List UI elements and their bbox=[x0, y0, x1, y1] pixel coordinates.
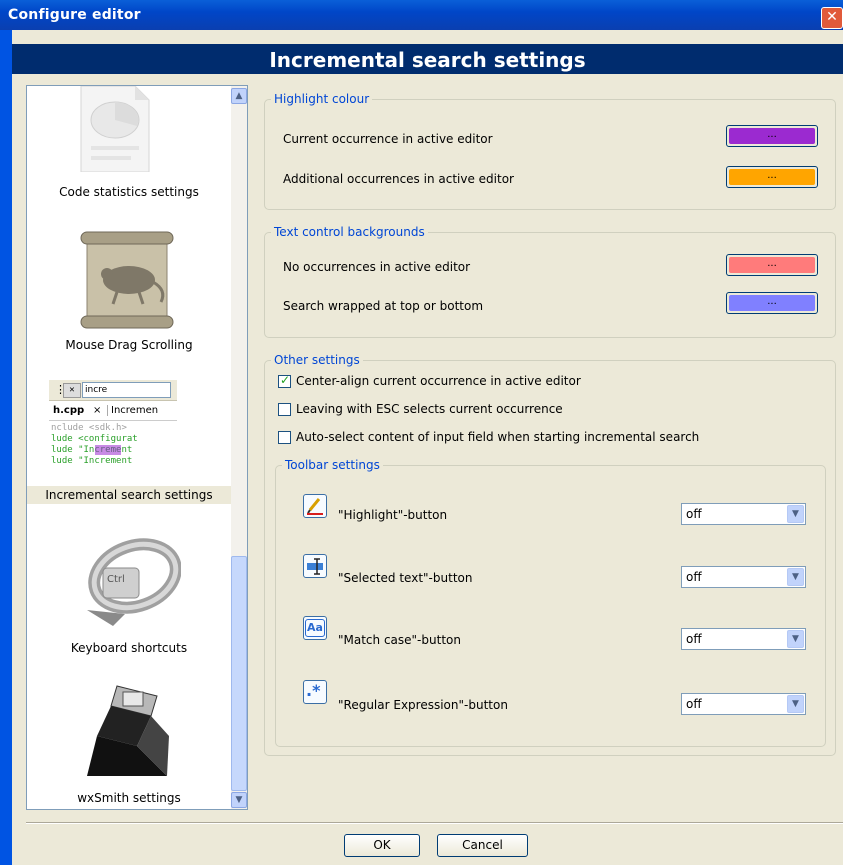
additional-occurrences-color-button[interactable]: ... bbox=[726, 166, 818, 188]
preview-search-field: incre bbox=[82, 382, 171, 398]
regex-button-select[interactable]: off ▼ bbox=[681, 693, 806, 715]
center-align-label[interactable]: Center-align current occurrence in activ… bbox=[296, 374, 581, 388]
clear-search-icon: ✕ bbox=[63, 383, 81, 398]
list-item-code-statistics[interactable]: Code statistics settings bbox=[27, 86, 231, 206]
no-occurrences-color-button[interactable]: ... bbox=[726, 254, 818, 276]
sidebar-scrollbar[interactable]: ▲ ▼ bbox=[231, 86, 247, 809]
chevron-down-icon: ▼ bbox=[787, 568, 804, 586]
highlight-colour-group: Highlight colour Current occurrence in a… bbox=[264, 92, 836, 210]
highlight-button-select[interactable]: off ▼ bbox=[681, 503, 806, 525]
keyboard-shortcuts-icon: Ctrl bbox=[87, 538, 181, 626]
mouse-scroll-icon bbox=[80, 231, 174, 329]
group-title: Toolbar settings bbox=[282, 458, 383, 472]
match-case-icon: Aa bbox=[303, 616, 327, 640]
regex-icon: .* bbox=[303, 680, 327, 704]
additional-occurrences-label: Additional occurrences in active editor bbox=[283, 172, 514, 186]
cancel-button[interactable]: Cancel bbox=[437, 834, 528, 857]
list-item-label: Incremental search settings bbox=[27, 486, 231, 504]
preview-tab: Incremen bbox=[107, 405, 158, 416]
group-title: Text control backgrounds bbox=[271, 225, 428, 239]
scroll-down-icon[interactable]: ▼ bbox=[231, 792, 247, 808]
match-case-button-select[interactable]: off ▼ bbox=[681, 628, 806, 650]
incremental-search-icon: ⋮ ✕ incre h.cpp × Incremen nclude <sdk.h… bbox=[49, 380, 177, 480]
other-settings-group: Other settings ✓ Center-align current oc… bbox=[264, 353, 836, 756]
auto-select-label[interactable]: Auto-select content of input field when … bbox=[296, 430, 699, 444]
list-item-label: Keyboard shortcuts bbox=[70, 641, 188, 655]
checkmark-icon: ✓ bbox=[280, 373, 291, 387]
scroll-thumb[interactable] bbox=[231, 556, 247, 791]
highlight-button-label: "Highlight"-button bbox=[338, 508, 448, 522]
page-title: Incremental search settings bbox=[269, 48, 586, 72]
divider bbox=[26, 822, 843, 824]
center-align-checkbox[interactable]: ✓ bbox=[278, 373, 291, 388]
highlight-pencil-icon bbox=[303, 494, 327, 518]
list-item-wxsmith[interactable]: wxSmith settings bbox=[27, 676, 231, 809]
no-occurrences-label: No occurrences in active editor bbox=[283, 260, 471, 274]
list-item-keyboard-shortcuts[interactable]: Ctrl Keyboard shortcuts bbox=[27, 526, 231, 666]
current-occurrence-color-button[interactable]: ... bbox=[726, 125, 818, 147]
current-occurrence-label: Current occurrence in active editor bbox=[283, 132, 493, 146]
scroll-up-icon[interactable]: ▲ bbox=[231, 88, 247, 104]
search-wrapped-color-button[interactable]: ... bbox=[726, 292, 818, 314]
search-wrapped-label: Search wrapped at top or bottom bbox=[283, 299, 484, 313]
toolbar-settings-group: Toolbar settings "Highlight"-button off … bbox=[275, 458, 826, 747]
chevron-down-icon: ▼ bbox=[787, 630, 804, 648]
list-item-incremental-search[interactable]: ⋮ ✕ incre h.cpp × Incremen nclude <sdk.h… bbox=[27, 376, 231, 506]
window-frame bbox=[0, 30, 12, 865]
preview-code-line: lude <configurat bbox=[51, 434, 138, 444]
selected-text-button-select[interactable]: off ▼ bbox=[681, 566, 806, 588]
list-item-label: Mouse Drag Scrolling bbox=[65, 338, 193, 352]
preview-code-line: lude "Increment bbox=[51, 456, 133, 464]
selected-text-button-label: "Selected text"-button bbox=[338, 571, 473, 585]
group-title: Other settings bbox=[271, 353, 363, 367]
wxsmith-icon bbox=[87, 685, 169, 776]
list-item-label: wxSmith settings bbox=[77, 791, 181, 805]
window-title: Configure editor bbox=[8, 7, 141, 23]
auto-select-checkbox[interactable] bbox=[278, 431, 291, 444]
selected-text-icon bbox=[303, 554, 327, 578]
code-statistics-icon bbox=[80, 86, 150, 172]
esc-selects-checkbox[interactable] bbox=[278, 403, 291, 416]
chevron-down-icon: ▼ bbox=[787, 695, 804, 713]
svg-text:Ctrl: Ctrl bbox=[107, 574, 125, 585]
list-item-label: Code statistics settings bbox=[59, 185, 199, 199]
ok-button[interactable]: OK bbox=[344, 834, 420, 857]
settings-list[interactable]: Code statistics settings Mouse Drag Scro… bbox=[26, 85, 248, 810]
regex-button-label: "Regular Expression"-button bbox=[338, 698, 508, 712]
chevron-down-icon: ▼ bbox=[787, 505, 804, 523]
preview-code-line: nclude <sdk.h> bbox=[51, 423, 127, 433]
list-item-mouse-drag-scrolling[interactable]: Mouse Drag Scrolling bbox=[27, 226, 231, 356]
group-title: Highlight colour bbox=[271, 92, 373, 106]
match-case-button-label: "Match case"-button bbox=[338, 633, 461, 647]
close-icon[interactable]: ✕ bbox=[821, 7, 843, 29]
preview-tab: h.cpp bbox=[53, 405, 85, 416]
text-control-backgrounds-group: Text control backgrounds No occurrences … bbox=[264, 225, 836, 338]
page-header: Incremental search settings bbox=[12, 44, 843, 74]
esc-selects-label[interactable]: Leaving with ESC selects current occurre… bbox=[296, 402, 563, 416]
preview-highlight bbox=[95, 445, 121, 455]
title-bar: Configure editor ✕ bbox=[0, 0, 843, 30]
